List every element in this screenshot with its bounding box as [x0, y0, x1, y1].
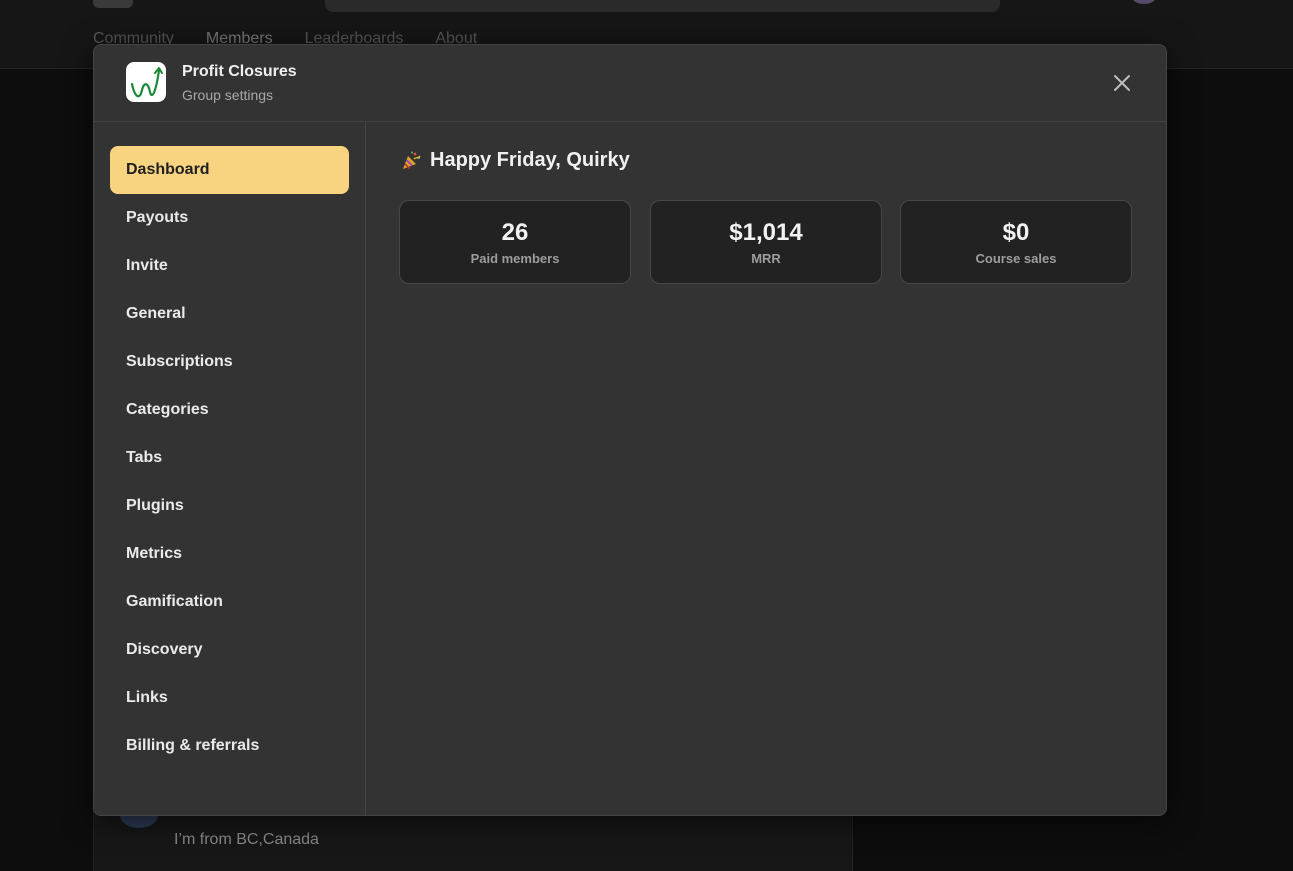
sidebar-item-billing-referrals[interactable]: Billing & referrals: [110, 722, 349, 770]
background-search-bar: [325, 0, 1000, 12]
sidebar-item-categories[interactable]: Categories: [110, 386, 349, 434]
stat-card-mrr: $1,014 MRR: [650, 200, 882, 284]
stat-card-paid-members: 26 Paid members: [399, 200, 631, 284]
sidebar-item-label: General: [126, 305, 186, 322]
greeting-text: Happy Friday, Quirky: [430, 149, 630, 171]
stat-value: $0: [1002, 218, 1030, 246]
settings-sidebar: Dashboard Payouts Invite General Subscri…: [94, 122, 366, 815]
stat-label: MRR: [751, 250, 781, 266]
sidebar-item-tabs[interactable]: Tabs: [110, 434, 349, 482]
group-logo: [126, 62, 166, 102]
sidebar-item-label: Discovery: [126, 641, 203, 658]
sidebar-item-label: Plugins: [126, 497, 184, 514]
sidebar-item-label: Invite: [126, 257, 168, 274]
sidebar-item-links[interactable]: Links: [110, 674, 349, 722]
close-button[interactable]: [1108, 69, 1136, 97]
stat-label: Course sales: [975, 250, 1057, 266]
sidebar-item-metrics[interactable]: Metrics: [110, 530, 349, 578]
stat-card-course-sales: $0 Course sales: [900, 200, 1132, 284]
group-settings-modal: Profit Closures Group settings Dashboard…: [93, 44, 1167, 816]
sidebar-item-label: Dashboard: [126, 161, 210, 178]
sidebar-item-label: Subscriptions: [126, 353, 233, 370]
modal-subtitle: Group settings: [182, 87, 274, 103]
background-logo: [93, 0, 133, 8]
sidebar-item-discovery[interactable]: Discovery: [110, 626, 349, 674]
sidebar-item-label: Billing & referrals: [126, 737, 260, 754]
sidebar-item-gamification[interactable]: Gamification: [110, 578, 349, 626]
sidebar-item-general[interactable]: General: [110, 290, 349, 338]
sidebar-item-plugins[interactable]: Plugins: [110, 482, 349, 530]
stat-value: $1,014: [729, 218, 803, 246]
sidebar-item-payouts[interactable]: Payouts: [110, 194, 349, 242]
greeting-heading: Happy Friday, Quirky: [400, 149, 630, 172]
stat-value: 26: [501, 218, 529, 246]
close-icon: [1114, 75, 1130, 91]
modal-header: Profit Closures Group settings: [94, 45, 1166, 122]
sidebar-item-invite[interactable]: Invite: [110, 242, 349, 290]
dashboard-panel: Happy Friday, Quirky 26 Paid members $1,…: [366, 122, 1166, 815]
sidebar-item-label: Metrics: [126, 545, 183, 562]
stat-label: Paid members: [470, 250, 560, 266]
sidebar-item-label: Gamification: [126, 593, 223, 610]
sidebar-item-subscriptions[interactable]: Subscriptions: [110, 338, 349, 386]
party-popper-icon: [400, 150, 422, 172]
group-name: Profit Closures: [182, 63, 297, 80]
sidebar-item-label: Payouts: [126, 209, 189, 226]
sidebar-item-label: Tabs: [126, 449, 163, 466]
sidebar-item-label: Links: [126, 689, 168, 706]
background-post-text: I’m from BC,Canada: [174, 831, 319, 848]
sidebar-item-label: Categories: [126, 401, 209, 418]
sidebar-item-dashboard[interactable]: Dashboard: [110, 146, 349, 194]
